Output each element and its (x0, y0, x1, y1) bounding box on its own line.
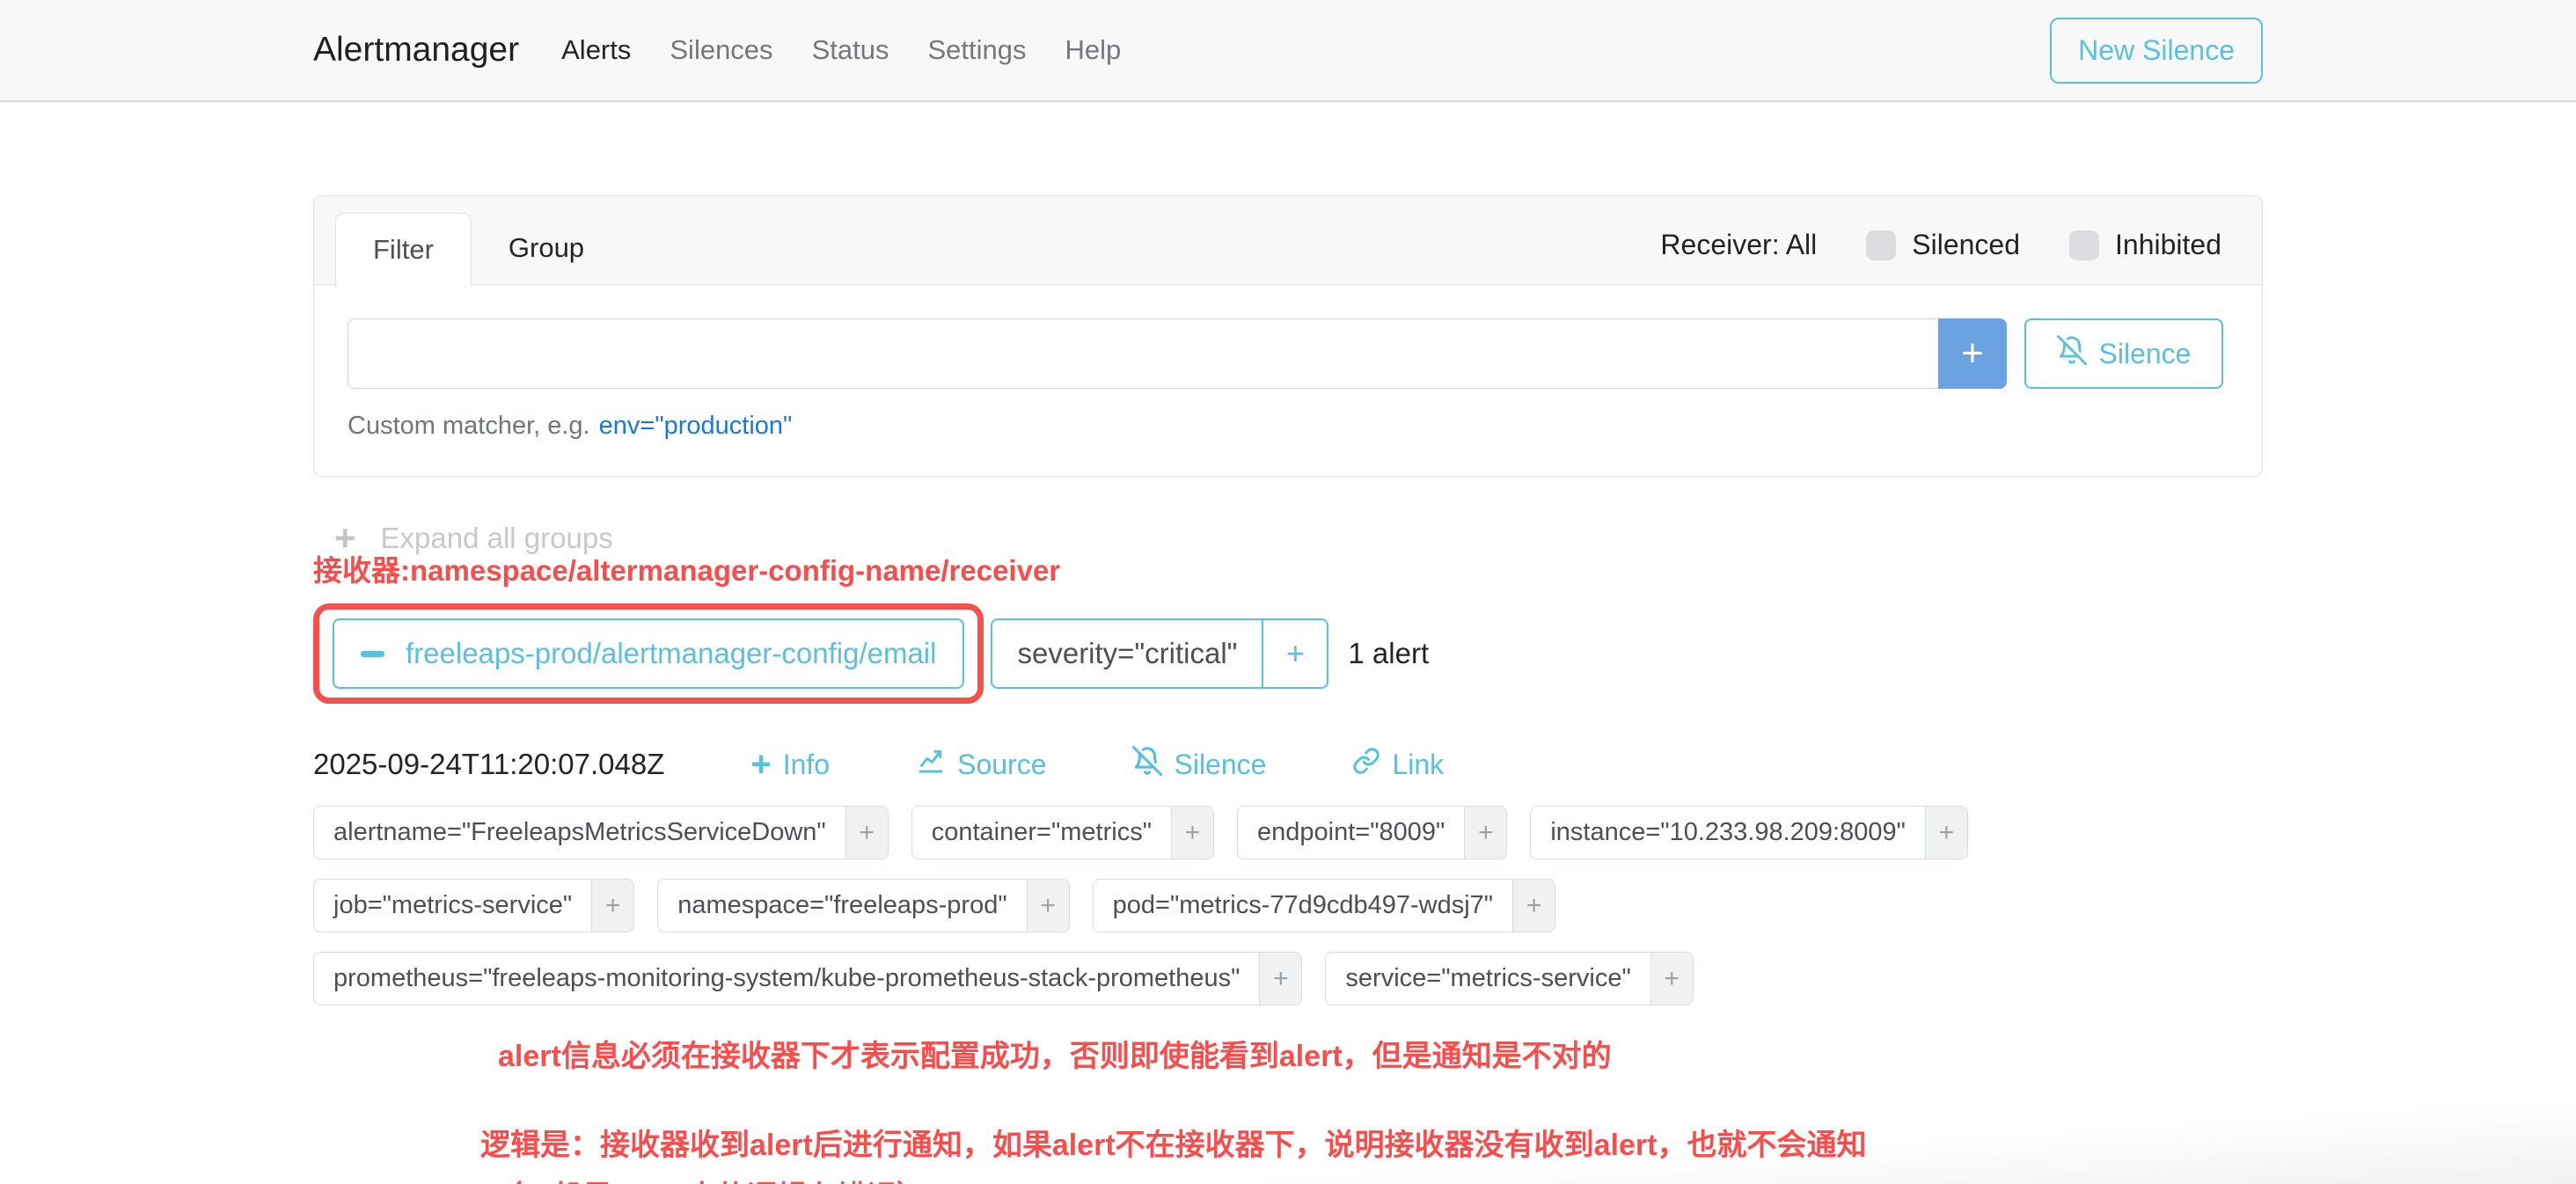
label-chip-instance: instance="10.233.98.209:8009" + (1530, 806, 1968, 859)
filter-tabs: Filter Group (335, 212, 621, 284)
silenced-label: Silenced (1912, 229, 2020, 261)
receiver-group-button[interactable]: freeleaps-prod/alertmanager-config/email (333, 618, 964, 689)
label-chip-container: container="metrics" + (911, 806, 1214, 859)
minus-icon (361, 651, 384, 657)
silence-filter-button[interactable]: Silence (2024, 318, 2223, 389)
silence-alert-button[interactable]: Silence (1132, 746, 1266, 783)
add-label-filter-button[interactable]: + (845, 807, 888, 859)
info-button[interactable]: + Info (750, 749, 830, 781)
inhibited-label: Inhibited (2115, 229, 2221, 261)
alert-labels: alertname="FreeleapsMetricsServiceDown" … (313, 806, 1985, 1005)
alert-count: 1 alert (1348, 637, 1429, 670)
logic-annotation-note-line2: （一般是route中的逻辑有错误） (493, 1173, 2263, 1184)
add-label-filter-button[interactable]: + (591, 880, 633, 932)
silenced-checkbox[interactable] (1866, 230, 1896, 260)
plus-icon: + (750, 751, 771, 778)
add-label-filter-button[interactable]: + (1027, 880, 1069, 932)
bell-slash-icon (2057, 335, 2087, 372)
source-link[interactable]: Source (916, 747, 1046, 782)
add-matcher-button[interactable]: + (1938, 318, 2007, 389)
matcher-input[interactable] (348, 318, 1938, 389)
label-chip-alertname: alertname="FreeleapsMetricsServiceDown" … (313, 806, 889, 859)
label-chip-prometheus: prometheus="freeleaps-monitoring-system/… (313, 952, 1302, 1005)
nav-item-status[interactable]: Status (812, 34, 889, 66)
nav-item-settings[interactable]: Settings (927, 34, 1026, 66)
app-brand[interactable]: Alertmanager (313, 31, 519, 69)
new-silence-button[interactable]: New Silence (2050, 18, 2263, 84)
link-icon (1352, 747, 1380, 782)
filter-card: Filter Group Receiver: All Silenced Inhi… (313, 195, 2263, 477)
group-matcher-chip: severity="critical" + (991, 618, 1328, 689)
matcher-example-link[interactable]: env="production" (599, 412, 793, 440)
group-matcher-add-button[interactable]: + (1262, 620, 1327, 687)
config-annotation-note: alert信息必须在接收器下才表示配置成功，否则即使能看到alert，但是通知是… (498, 1032, 2263, 1075)
label-chip-endpoint: endpoint="8009" + (1237, 806, 1507, 859)
nav-item-help[interactable]: Help (1065, 34, 1121, 66)
inhibited-checkbox[interactable] (2069, 230, 2099, 260)
tab-filter[interactable]: Filter (335, 213, 472, 286)
navbar: Alertmanager Alerts Silences Status Sett… (0, 0, 2576, 102)
bell-slash-icon (1132, 746, 1162, 783)
receiver-group-label: freeleaps-prod/alertmanager-config/email (406, 637, 936, 670)
add-label-filter-button[interactable]: + (1512, 880, 1555, 932)
add-label-filter-button[interactable]: + (1171, 807, 1213, 859)
label-chip-namespace: namespace="freeleaps-prod" + (657, 879, 1069, 932)
label-chip-job: job="metrics-service" + (313, 879, 634, 932)
add-label-filter-button[interactable]: + (1650, 953, 1693, 1005)
label-chip-pod: pod="metrics-77d9cdb497-wdsj7" + (1093, 879, 1555, 932)
tab-group[interactable]: Group (472, 212, 621, 284)
inhibited-toggle[interactable]: Inhibited (2069, 229, 2221, 261)
nav-item-silences[interactable]: Silences (670, 34, 772, 66)
nav-item-alerts[interactable]: Alerts (561, 34, 631, 66)
add-label-filter-button[interactable]: + (1925, 807, 1967, 859)
receiver-annotation-note: 接收器:namespace/altermanager-config-name/r… (313, 547, 2263, 589)
matcher-help-text: Custom matcher, e.g.env="production" (348, 412, 2223, 441)
logic-annotation-note-line1: 逻辑是：接收器收到alert后进行通知，如果alert不在接收器下，说明接收器没… (480, 1121, 2263, 1164)
red-annotation-box: freeleaps-prod/alertmanager-config/email (313, 603, 984, 704)
receiver-filter-label[interactable]: Receiver: All (1660, 229, 1817, 261)
filter-card-body: + Silence Custom matcher, e.g.env="produ… (314, 285, 2262, 476)
filter-card-header: Filter Group Receiver: All Silenced Inhi… (314, 196, 2262, 285)
add-label-filter-button[interactable]: + (1259, 953, 1301, 1005)
add-label-filter-button[interactable]: + (1464, 807, 1506, 859)
alert-detail: 2025-09-24T11:20:07.048Z + Info Source (313, 746, 2263, 1005)
alert-timestamp: 2025-09-24T11:20:07.048Z (313, 748, 664, 781)
chart-icon (916, 747, 946, 782)
label-chip-service: service="metrics-service" + (1325, 952, 1693, 1005)
silence-filter-label: Silence (2099, 338, 2192, 370)
group-matcher-label: severity="critical" (992, 620, 1262, 687)
silenced-toggle[interactable]: Silenced (1866, 229, 2020, 261)
link-button[interactable]: Link (1352, 747, 1444, 782)
